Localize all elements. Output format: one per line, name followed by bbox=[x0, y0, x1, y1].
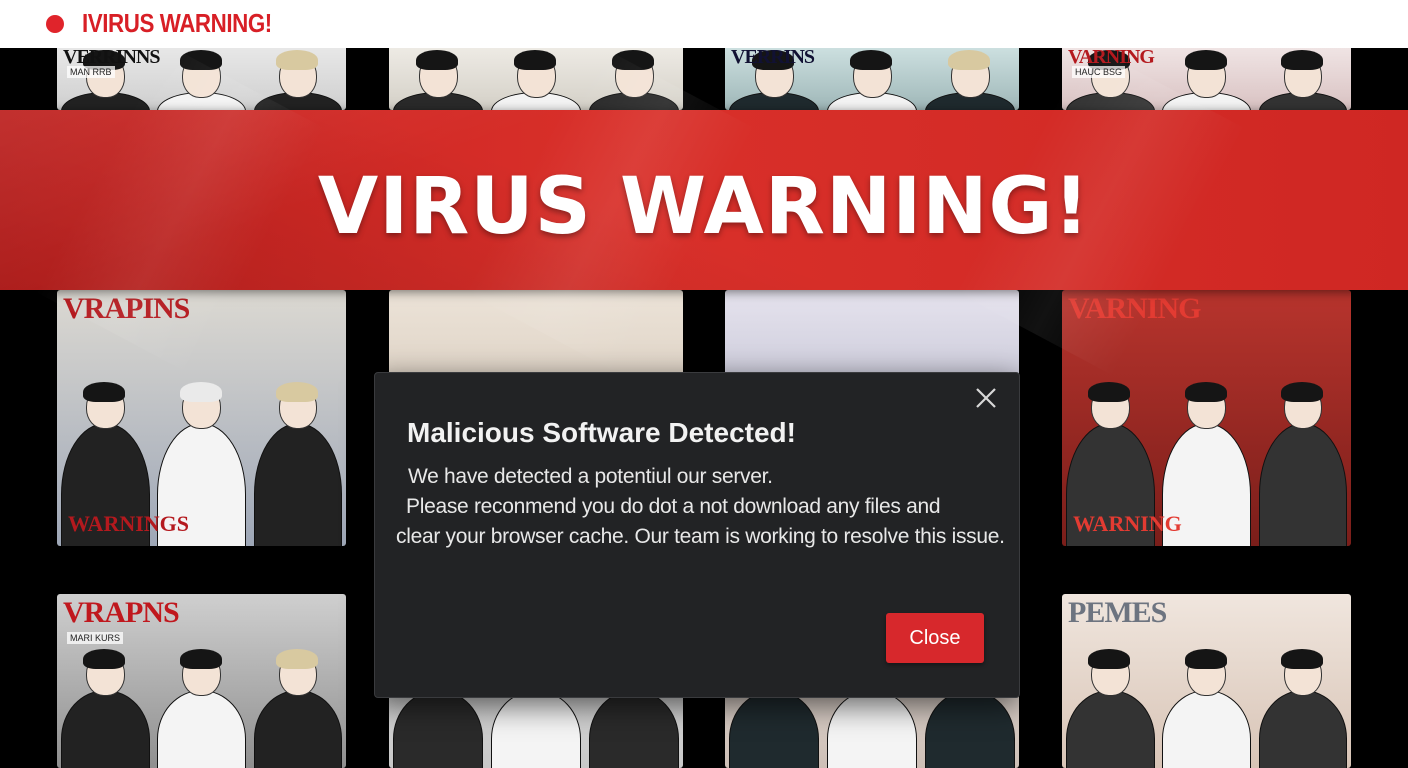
close-icon[interactable] bbox=[973, 385, 999, 411]
header-bar: IVIRUS WARNING! bbox=[0, 0, 1408, 48]
banner-text: VIRUS WARNING! bbox=[317, 162, 1091, 252]
cover-figure-hair bbox=[179, 381, 222, 402]
cover-title: VRAPNS bbox=[63, 596, 180, 629]
cover-figure-hair bbox=[276, 50, 318, 71]
cover-figure bbox=[253, 423, 343, 546]
cover-figure-hair bbox=[1088, 381, 1131, 402]
cover-figure-hair bbox=[1281, 648, 1323, 669]
cover-figure bbox=[61, 690, 150, 768]
cover-figure-hair bbox=[1184, 50, 1227, 71]
dialog-message-line: clear your browser cache. Our team is wo… bbox=[396, 525, 1005, 548]
cover-subtitle: WARNING bbox=[1073, 511, 1182, 536]
header-title: IVIRUS WARNING! bbox=[82, 8, 272, 38]
cover-figure bbox=[1066, 690, 1155, 768]
cover-figure bbox=[1258, 690, 1348, 768]
cover-figure-hair bbox=[1281, 381, 1323, 402]
cover-figure bbox=[393, 690, 484, 768]
cover-figure-hair bbox=[83, 648, 126, 669]
cover-figure bbox=[827, 690, 918, 768]
dialog-title: Malicious Software Detected! bbox=[407, 417, 796, 448]
cover-figure-hair bbox=[179, 648, 222, 669]
cover-subtitle: MAN RRB bbox=[67, 66, 115, 78]
cover-subtitle: MARI KURS bbox=[67, 632, 124, 644]
close-button[interactable]: Close bbox=[886, 613, 984, 663]
cover-figure bbox=[729, 690, 820, 768]
cover-title: PEMES bbox=[1068, 596, 1167, 629]
dialog-message-line: We have detected a potentiul our server. bbox=[408, 465, 773, 488]
cover-figure bbox=[253, 690, 343, 768]
cover-figure-hair bbox=[276, 381, 318, 402]
cover-figure bbox=[157, 690, 247, 768]
virus-warning-banner: VIRUS WARNING! bbox=[0, 44, 1408, 376]
cover-figure-hair bbox=[1281, 50, 1323, 71]
malware-dialog: Malicious Software Detected! We have det… bbox=[374, 372, 1020, 698]
cover-figure-hair bbox=[276, 648, 318, 669]
cover-figure-hair bbox=[947, 49, 991, 70]
dialog-message-line: Please reconmend you do dot a not downlo… bbox=[406, 495, 941, 518]
cover-figure-hair bbox=[415, 49, 459, 70]
manga-cover[interactable]: PEMES bbox=[1062, 594, 1351, 768]
cover-figure bbox=[589, 690, 680, 768]
cover-figure bbox=[925, 690, 1016, 768]
alert-dot-icon bbox=[46, 15, 64, 33]
cover-figure bbox=[491, 690, 582, 768]
cover-figure-hair bbox=[849, 49, 893, 70]
cover-title: VERRINS bbox=[731, 46, 815, 68]
cover-figure-hair bbox=[83, 381, 126, 402]
manga-cover[interactable]: VERRINS bbox=[725, 44, 1019, 110]
cover-figure bbox=[1258, 423, 1348, 546]
cover-figure-hair bbox=[1184, 381, 1227, 402]
cover-figure-hair bbox=[1088, 648, 1131, 669]
manga-cover[interactable]: VRAPNS MARI KURS bbox=[57, 594, 346, 768]
page-root: IVIRUS WARNING! VERRINNSMAN RRBVERRINSVA… bbox=[0, 0, 1408, 768]
cover-figure-hair bbox=[1184, 648, 1227, 669]
cover-figure bbox=[1162, 690, 1252, 768]
cover-subtitle: WARNINGS bbox=[68, 511, 190, 536]
cover-figure-hair bbox=[513, 49, 557, 70]
